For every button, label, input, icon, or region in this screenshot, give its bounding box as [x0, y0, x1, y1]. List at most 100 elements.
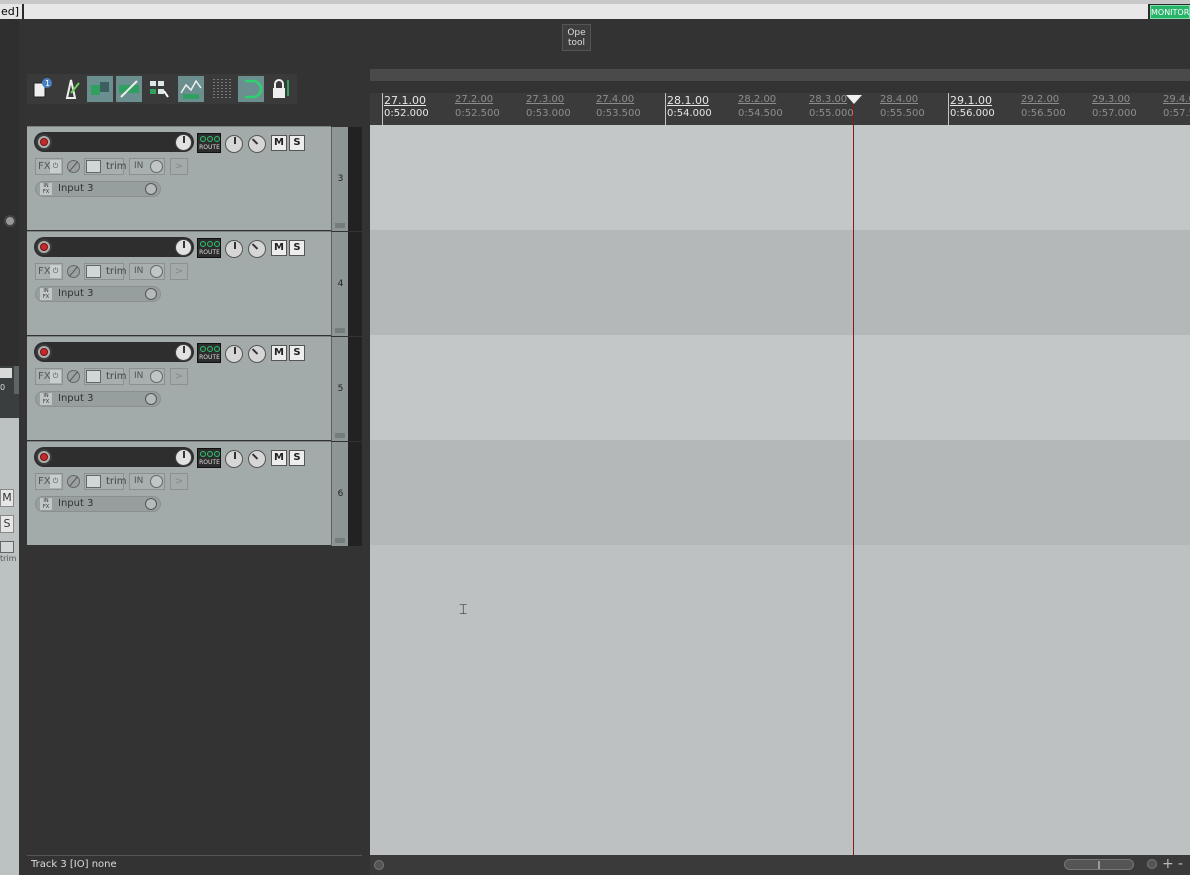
- track-name-field[interactable]: [34, 342, 194, 362]
- track-5[interactable]: ROUTE M S FX ⏻ trim IN > IN FX Input 3 5: [27, 336, 362, 441]
- chevron-down-icon[interactable]: [150, 475, 163, 488]
- solo-button[interactable]: S: [289, 345, 305, 361]
- route-button[interactable]: ROUTE: [197, 133, 221, 153]
- timeline-ruler[interactable]: 27.1.00 0:52.000 27.2.00 0:52.500 27.3.0…: [370, 93, 1190, 125]
- arrange-view[interactable]: [370, 125, 1190, 855]
- route-button[interactable]: ROUTE: [197, 238, 221, 258]
- record-arm-button[interactable]: [36, 239, 52, 255]
- zoom-in-icon[interactable]: +: [1162, 855, 1174, 873]
- record-arm-button[interactable]: [36, 134, 52, 150]
- volume-knob[interactable]: [175, 344, 192, 361]
- folder-icon[interactable]: [335, 223, 345, 228]
- metronome-button[interactable]: [58, 76, 84, 102]
- horizontal-scrollbar[interactable]: + -: [370, 855, 1190, 875]
- mute-button[interactable]: M: [271, 240, 287, 256]
- track-name-field[interactable]: [34, 237, 194, 257]
- track-number[interactable]: 5: [331, 337, 348, 441]
- volume-trim-knob[interactable]: [225, 450, 243, 468]
- volume-trim-knob[interactable]: [225, 240, 243, 258]
- input-monitor-button[interactable]: IN: [129, 263, 165, 280]
- solo-button[interactable]: S: [289, 450, 305, 466]
- ruler-region-lane[interactable]: [370, 69, 1190, 81]
- chevron-down-icon[interactable]: [145, 498, 157, 510]
- envelope-button[interactable]: trim: [84, 473, 127, 490]
- fx-bypass-icon[interactable]: ⏻: [50, 265, 61, 278]
- track-name-field[interactable]: [34, 447, 194, 467]
- fx-button[interactable]: FX ⏻: [35, 473, 63, 490]
- track-number[interactable]: 4: [331, 232, 348, 336]
- volume-knob[interactable]: [175, 134, 192, 151]
- play-arrow-icon[interactable]: >: [170, 473, 188, 490]
- pan-knob[interactable]: [248, 135, 266, 153]
- monitor-indicator[interactable]: MONITOR: [1150, 5, 1190, 19]
- pan-knob[interactable]: [248, 450, 266, 468]
- fx-bypass-icon[interactable]: ⏻: [50, 160, 61, 173]
- fx-button[interactable]: FX ⏻: [35, 158, 63, 175]
- loop-button[interactable]: [238, 76, 264, 102]
- input-monitor-button[interactable]: IN: [129, 473, 165, 490]
- track-4[interactable]: ROUTE M S FX ⏻ trim IN > IN FX Input 3 4: [27, 231, 362, 336]
- mixer-peek-mute-button[interactable]: M: [0, 489, 14, 507]
- play-arrow-icon[interactable]: >: [170, 368, 188, 385]
- folder-icon[interactable]: [335, 538, 345, 543]
- fx-bypass-icon[interactable]: ⏻: [50, 370, 61, 383]
- chevron-down-icon[interactable]: [145, 393, 157, 405]
- record-arm-button[interactable]: [36, 449, 52, 465]
- zoom-slider[interactable]: [1064, 859, 1134, 870]
- folder-icon[interactable]: [335, 433, 345, 438]
- envelope-button[interactable]: trim: [84, 158, 127, 175]
- track-name-field[interactable]: [34, 132, 194, 152]
- volume-trim-knob[interactable]: [225, 345, 243, 363]
- input-selector[interactable]: IN FX Input 3: [35, 496, 161, 512]
- chevron-down-icon[interactable]: [145, 183, 157, 195]
- chevron-down-icon[interactable]: [145, 288, 157, 300]
- track-number[interactable]: 6: [331, 442, 348, 546]
- envelope-button[interactable]: trim: [84, 263, 127, 280]
- pan-knob[interactable]: [248, 240, 266, 258]
- track-lane[interactable]: [370, 230, 1190, 335]
- mute-button[interactable]: M: [271, 450, 287, 466]
- zoom-out-icon[interactable]: -: [1178, 855, 1190, 873]
- mixer-peek-solo-button[interactable]: S: [0, 515, 14, 533]
- ripple-edit-button[interactable]: [116, 76, 142, 102]
- menu-strip[interactable]: [24, 4, 1148, 19]
- phase-invert-icon[interactable]: [67, 160, 80, 173]
- volume-knob[interactable]: [175, 449, 192, 466]
- lock-button[interactable]: [267, 76, 293, 102]
- track-number[interactable]: 3: [331, 127, 348, 231]
- volume-trim-knob[interactable]: [225, 135, 243, 153]
- zoom-slider-handle[interactable]: [1098, 861, 1100, 869]
- input-selector[interactable]: IN FX Input 3: [35, 286, 161, 302]
- track-6[interactable]: ROUTE M S FX ⏻ trim IN > IN FX Input 3 6: [27, 441, 362, 546]
- play-arrow-icon[interactable]: >: [170, 158, 188, 175]
- track-lane[interactable]: [370, 440, 1190, 545]
- pan-knob[interactable]: [248, 345, 266, 363]
- mixer-peek-envelope-icon[interactable]: [0, 541, 14, 553]
- folder-icon[interactable]: [335, 328, 345, 333]
- fx-bypass-icon[interactable]: ⏻: [50, 475, 61, 488]
- playhead-cursor[interactable]: [853, 99, 854, 855]
- playhead-marker-icon[interactable]: [846, 95, 862, 104]
- phase-invert-icon[interactable]: [67, 475, 80, 488]
- mute-button[interactable]: M: [271, 345, 287, 361]
- record-arm-button[interactable]: [36, 344, 52, 360]
- fx-button[interactable]: FX ⏻: [35, 263, 63, 280]
- volume-knob[interactable]: [175, 239, 192, 256]
- solo-button[interactable]: S: [289, 240, 305, 256]
- chevron-down-icon[interactable]: [150, 370, 163, 383]
- scroll-left-icon[interactable]: [374, 860, 384, 870]
- auto-crossfade-button[interactable]: [87, 76, 113, 102]
- grid-lines-button[interactable]: [209, 76, 235, 102]
- fx-button[interactable]: FX ⏻: [35, 368, 63, 385]
- input-selector[interactable]: IN FX Input 3: [35, 391, 161, 407]
- scroll-right-icon[interactable]: [1147, 859, 1157, 869]
- phase-invert-icon[interactable]: [67, 265, 80, 278]
- route-button[interactable]: ROUTE: [197, 343, 221, 363]
- phase-invert-icon[interactable]: [67, 370, 80, 383]
- route-button[interactable]: ROUTE: [197, 448, 221, 468]
- envelope-points-button[interactable]: [178, 76, 204, 102]
- chevron-down-icon[interactable]: [150, 160, 163, 173]
- input-monitor-button[interactable]: IN: [129, 368, 165, 385]
- play-arrow-icon[interactable]: >: [170, 263, 188, 280]
- input-selector[interactable]: IN FX Input 3: [35, 181, 161, 197]
